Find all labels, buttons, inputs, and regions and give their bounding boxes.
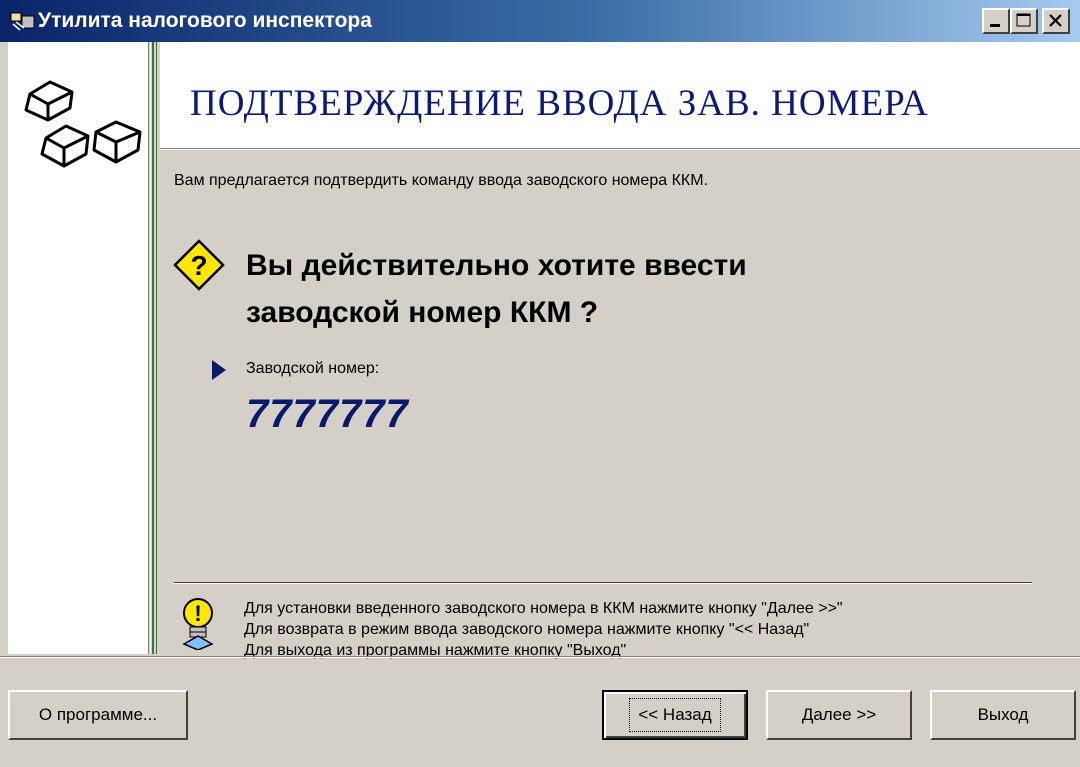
maximize-button[interactable]	[1010, 8, 1038, 34]
question-line-2: заводской номер ККМ ?	[246, 296, 599, 329]
maximize-icon	[1016, 13, 1031, 27]
close-icon	[1049, 14, 1062, 27]
arrow-right-icon	[212, 360, 226, 380]
content-separator	[174, 582, 1032, 584]
question-line-1: Вы действительно хотите ввести	[246, 249, 747, 282]
header-separator	[160, 148, 1080, 150]
lightbulb-icon: !	[182, 598, 214, 650]
hint-line-next: Для установки введенного заводского номе…	[244, 600, 843, 617]
about-button[interactable]: О программе...	[8, 690, 188, 740]
green-divider-thin	[156, 42, 157, 654]
confirmation-question: Вы действительно хотите ввести заводской…	[246, 242, 946, 336]
wizard-window: Утилита налогового инспектора ПОДТВЕРЖДЕ…	[0, 0, 1080, 767]
green-divider	[152, 42, 154, 654]
svg-text:!: !	[194, 601, 201, 626]
back-button[interactable]: << Назад	[602, 690, 748, 740]
hint-line-back: Для возврата в режим ввода заводского но…	[244, 621, 810, 638]
cubes-logo-icon	[24, 80, 142, 168]
svg-text:?: ?	[190, 250, 207, 281]
header-banner: ПОДТВЕРЖДЕНИЕ ВВОДА ЗАВ. НОМЕРА	[160, 42, 1080, 148]
close-button[interactable]	[1042, 8, 1070, 34]
hint-text: Для установки введенного заводского номе…	[244, 598, 843, 661]
title-bar[interactable]: Утилита налогового инспектора	[0, 0, 1080, 42]
footer-separator	[0, 656, 1080, 658]
serial-number-value: 7777777	[246, 392, 409, 436]
question-icon: ?	[173, 239, 225, 291]
page-title: ПОДТВЕРЖДЕНИЕ ВВОДА ЗАВ. НОМЕРА	[190, 83, 929, 124]
minimize-icon	[990, 24, 1000, 27]
minimize-button[interactable]	[982, 8, 1010, 34]
next-button[interactable]: Далее >>	[766, 690, 912, 740]
panel-divider	[148, 42, 151, 654]
exit-button[interactable]: Выход	[930, 690, 1076, 740]
app-icon	[10, 12, 35, 31]
intro-text: Вам предлагается подтвердить команду вво…	[174, 172, 708, 189]
back-button-label: << Назад	[629, 698, 721, 732]
serial-number-label: Заводской номер:	[246, 360, 380, 377]
window-title: Утилита налогового инспектора	[38, 9, 372, 32]
